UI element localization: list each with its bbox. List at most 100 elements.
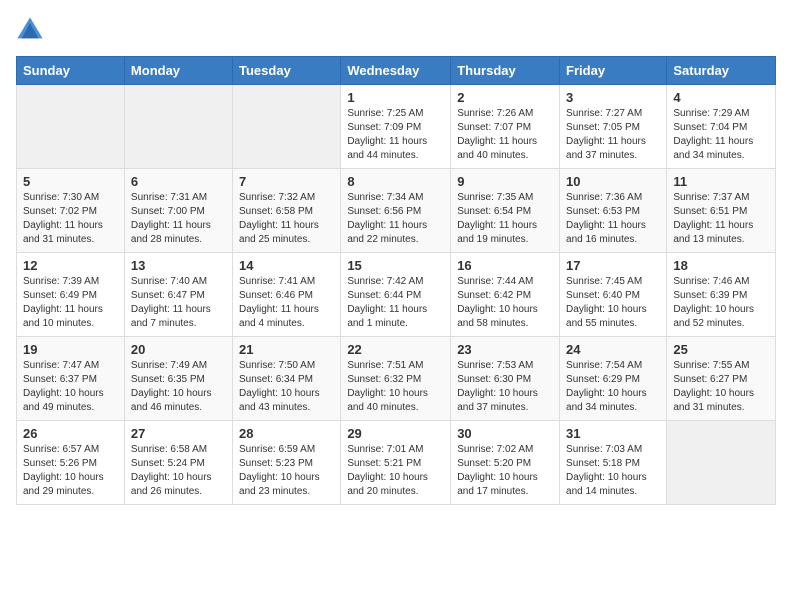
calendar-cell: 9 Sunrise: 7:35 AM Sunset: 6:54 PM Daylig… <box>451 169 560 253</box>
calendar-cell: 6Sunrise: 7:31 AM Sunset: 7:00 PM Daylig… <box>124 169 232 253</box>
calendar-cell: 13 Sunrise: 7:40 AM Sunset: 6:47 PM Dayli… <box>124 253 232 337</box>
day-info: Sunrise: 7:50 AM Sunset: 6:34 PM Dayligh… <box>239 359 334 415</box>
day-info: Sunrise: 7:02 AM Sunset: 5:20 PM Dayligh… <box>457 443 553 499</box>
day-info: Sunrise: 7:47 AM Sunset: 6:37 PM Dayligh… <box>23 359 118 415</box>
calendar-cell: 17 Sunrise: 7:45 AM Sunset: 6:40 PM Dayli… <box>560 253 667 337</box>
calendar-week-row: 1 Sunrise: 7:25 AM Sunset: 7:09 PM Daylig… <box>17 85 776 169</box>
day-number: 4 <box>673 90 769 105</box>
day-number: 30 <box>457 426 553 441</box>
calendar-cell: 10 Sunrise: 7:36 AM Sunset: 6:53 PM Dayli… <box>560 169 667 253</box>
day-info: Sunrise: 7:32 AM Sunset: 6:58 PM Dayligh… <box>239 191 334 247</box>
day-info: Sunrise: 7:49 AM Sunset: 6:35 PM Dayligh… <box>131 359 226 415</box>
calendar-cell: 15 Sunrise: 7:42 AM Sunset: 6:44 PM Dayli… <box>341 253 451 337</box>
day-number: 1 <box>347 90 444 105</box>
day-info: Sunrise: 7:45 AM Sunset: 6:40 PM Dayligh… <box>566 275 660 331</box>
day-number: 18 <box>673 258 769 273</box>
day-info: Sunrise: 7:51 AM Sunset: 6:32 PM Dayligh… <box>347 359 444 415</box>
day-info: Sunrise: 7:03 AM Sunset: 5:18 PM Dayligh… <box>566 443 660 499</box>
day-number: 9 <box>457 174 553 189</box>
logo-icon <box>16 16 44 44</box>
calendar-cell: 4 Sunrise: 7:29 AM Sunset: 7:04 PM Daylig… <box>667 85 776 169</box>
calendar-cell: 21 Sunrise: 7:50 AM Sunset: 6:34 PM Dayli… <box>233 337 341 421</box>
day-number: 3 <box>566 90 660 105</box>
day-number: 27 <box>131 426 226 441</box>
calendar-cell <box>667 421 776 505</box>
day-number: 22 <box>347 342 444 357</box>
day-header-tuesday: Tuesday <box>233 57 341 85</box>
calendar-cell: 14 Sunrise: 7:41 AM Sunset: 6:46 PM Dayli… <box>233 253 341 337</box>
day-info: Sunrise: 7:01 AM Sunset: 5:21 PM Dayligh… <box>347 443 444 499</box>
calendar-table: SundayMondayTuesdayWednesdayThursdayFrid… <box>16 56 776 505</box>
day-info: Sunrise: 7:39 AM Sunset: 6:49 PM Dayligh… <box>23 275 118 331</box>
day-number: 7 <box>239 174 334 189</box>
day-info: Sunrise: 7:54 AM Sunset: 6:29 PM Dayligh… <box>566 359 660 415</box>
day-info: Sunrise: 7:55 AM Sunset: 6:27 PM Dayligh… <box>673 359 769 415</box>
day-number: 12 <box>23 258 118 273</box>
day-info: Sunrise: 7:29 AM Sunset: 7:04 PM Dayligh… <box>673 107 769 163</box>
day-info: Sunrise: 7:36 AM Sunset: 6:53 PM Dayligh… <box>566 191 660 247</box>
day-number: 2 <box>457 90 553 105</box>
day-info: Sunrise: 7:40 AM Sunset: 6:47 PM Dayligh… <box>131 275 226 331</box>
day-number: 16 <box>457 258 553 273</box>
day-info: Sunrise: 7:27 AM Sunset: 7:05 PM Dayligh… <box>566 107 660 163</box>
calendar-cell: 8Sunrise: 7:34 AM Sunset: 6:56 PM Daylig… <box>341 169 451 253</box>
day-info: Sunrise: 7:26 AM Sunset: 7:07 PM Dayligh… <box>457 107 553 163</box>
calendar-cell: 27 Sunrise: 6:58 AM Sunset: 5:24 PM Dayli… <box>124 421 232 505</box>
day-info: Sunrise: 7:42 AM Sunset: 6:44 PM Dayligh… <box>347 275 444 331</box>
calendar-cell: 1 Sunrise: 7:25 AM Sunset: 7:09 PM Daylig… <box>341 85 451 169</box>
day-header-saturday: Saturday <box>667 57 776 85</box>
calendar-cell: 5Sunrise: 7:30 AM Sunset: 7:02 PM Daylig… <box>17 169 125 253</box>
calendar-cell: 19 Sunrise: 7:47 AM Sunset: 6:37 PM Dayli… <box>17 337 125 421</box>
day-info: Sunrise: 7:35 AM Sunset: 6:54 PM Dayligh… <box>457 191 553 247</box>
day-info: Sunrise: 6:57 AM Sunset: 5:26 PM Dayligh… <box>23 443 118 499</box>
day-number: 14 <box>239 258 334 273</box>
calendar-week-row: 26 Sunrise: 6:57 AM Sunset: 5:26 PM Dayli… <box>17 421 776 505</box>
day-number: 17 <box>566 258 660 273</box>
day-header-thursday: Thursday <box>451 57 560 85</box>
calendar-cell: 30 Sunrise: 7:02 AM Sunset: 5:20 PM Dayli… <box>451 421 560 505</box>
day-info: Sunrise: 6:58 AM Sunset: 5:24 PM Dayligh… <box>131 443 226 499</box>
logo <box>16 16 48 44</box>
day-info: Sunrise: 7:41 AM Sunset: 6:46 PM Dayligh… <box>239 275 334 331</box>
day-number: 25 <box>673 342 769 357</box>
calendar-cell <box>124 85 232 169</box>
day-number: 23 <box>457 342 553 357</box>
day-number: 24 <box>566 342 660 357</box>
day-number: 15 <box>347 258 444 273</box>
day-header-monday: Monday <box>124 57 232 85</box>
day-info: Sunrise: 7:53 AM Sunset: 6:30 PM Dayligh… <box>457 359 553 415</box>
day-number: 10 <box>566 174 660 189</box>
calendar-cell: 11 Sunrise: 7:37 AM Sunset: 6:51 PM Dayli… <box>667 169 776 253</box>
day-number: 11 <box>673 174 769 189</box>
calendar-cell: 16 Sunrise: 7:44 AM Sunset: 6:42 PM Dayli… <box>451 253 560 337</box>
day-number: 20 <box>131 342 226 357</box>
calendar-cell: 2 Sunrise: 7:26 AM Sunset: 7:07 PM Daylig… <box>451 85 560 169</box>
page-header <box>16 16 776 44</box>
day-header-friday: Friday <box>560 57 667 85</box>
calendar-cell: 22 Sunrise: 7:51 AM Sunset: 6:32 PM Dayli… <box>341 337 451 421</box>
day-info: Sunrise: 7:37 AM Sunset: 6:51 PM Dayligh… <box>673 191 769 247</box>
day-header-sunday: Sunday <box>17 57 125 85</box>
calendar-week-row: 12 Sunrise: 7:39 AM Sunset: 6:49 PM Dayli… <box>17 253 776 337</box>
calendar-cell: 26 Sunrise: 6:57 AM Sunset: 5:26 PM Dayli… <box>17 421 125 505</box>
day-info: Sunrise: 7:44 AM Sunset: 6:42 PM Dayligh… <box>457 275 553 331</box>
calendar-cell: 18 Sunrise: 7:46 AM Sunset: 6:39 PM Dayli… <box>667 253 776 337</box>
day-info: Sunrise: 7:46 AM Sunset: 6:39 PM Dayligh… <box>673 275 769 331</box>
calendar-cell: 20 Sunrise: 7:49 AM Sunset: 6:35 PM Dayli… <box>124 337 232 421</box>
calendar-week-row: 19 Sunrise: 7:47 AM Sunset: 6:37 PM Dayli… <box>17 337 776 421</box>
day-number: 19 <box>23 342 118 357</box>
calendar-cell: 25 Sunrise: 7:55 AM Sunset: 6:27 PM Dayli… <box>667 337 776 421</box>
day-number: 21 <box>239 342 334 357</box>
calendar-cell <box>233 85 341 169</box>
calendar-week-row: 5Sunrise: 7:30 AM Sunset: 7:02 PM Daylig… <box>17 169 776 253</box>
day-info: Sunrise: 7:25 AM Sunset: 7:09 PM Dayligh… <box>347 107 444 163</box>
day-info: Sunrise: 6:59 AM Sunset: 5:23 PM Dayligh… <box>239 443 334 499</box>
day-number: 26 <box>23 426 118 441</box>
calendar-cell: 3 Sunrise: 7:27 AM Sunset: 7:05 PM Daylig… <box>560 85 667 169</box>
calendar-cell: 31 Sunrise: 7:03 AM Sunset: 5:18 PM Dayli… <box>560 421 667 505</box>
day-number: 31 <box>566 426 660 441</box>
calendar-header-row: SundayMondayTuesdayWednesdayThursdayFrid… <box>17 57 776 85</box>
day-number: 13 <box>131 258 226 273</box>
day-header-wednesday: Wednesday <box>341 57 451 85</box>
day-number: 28 <box>239 426 334 441</box>
